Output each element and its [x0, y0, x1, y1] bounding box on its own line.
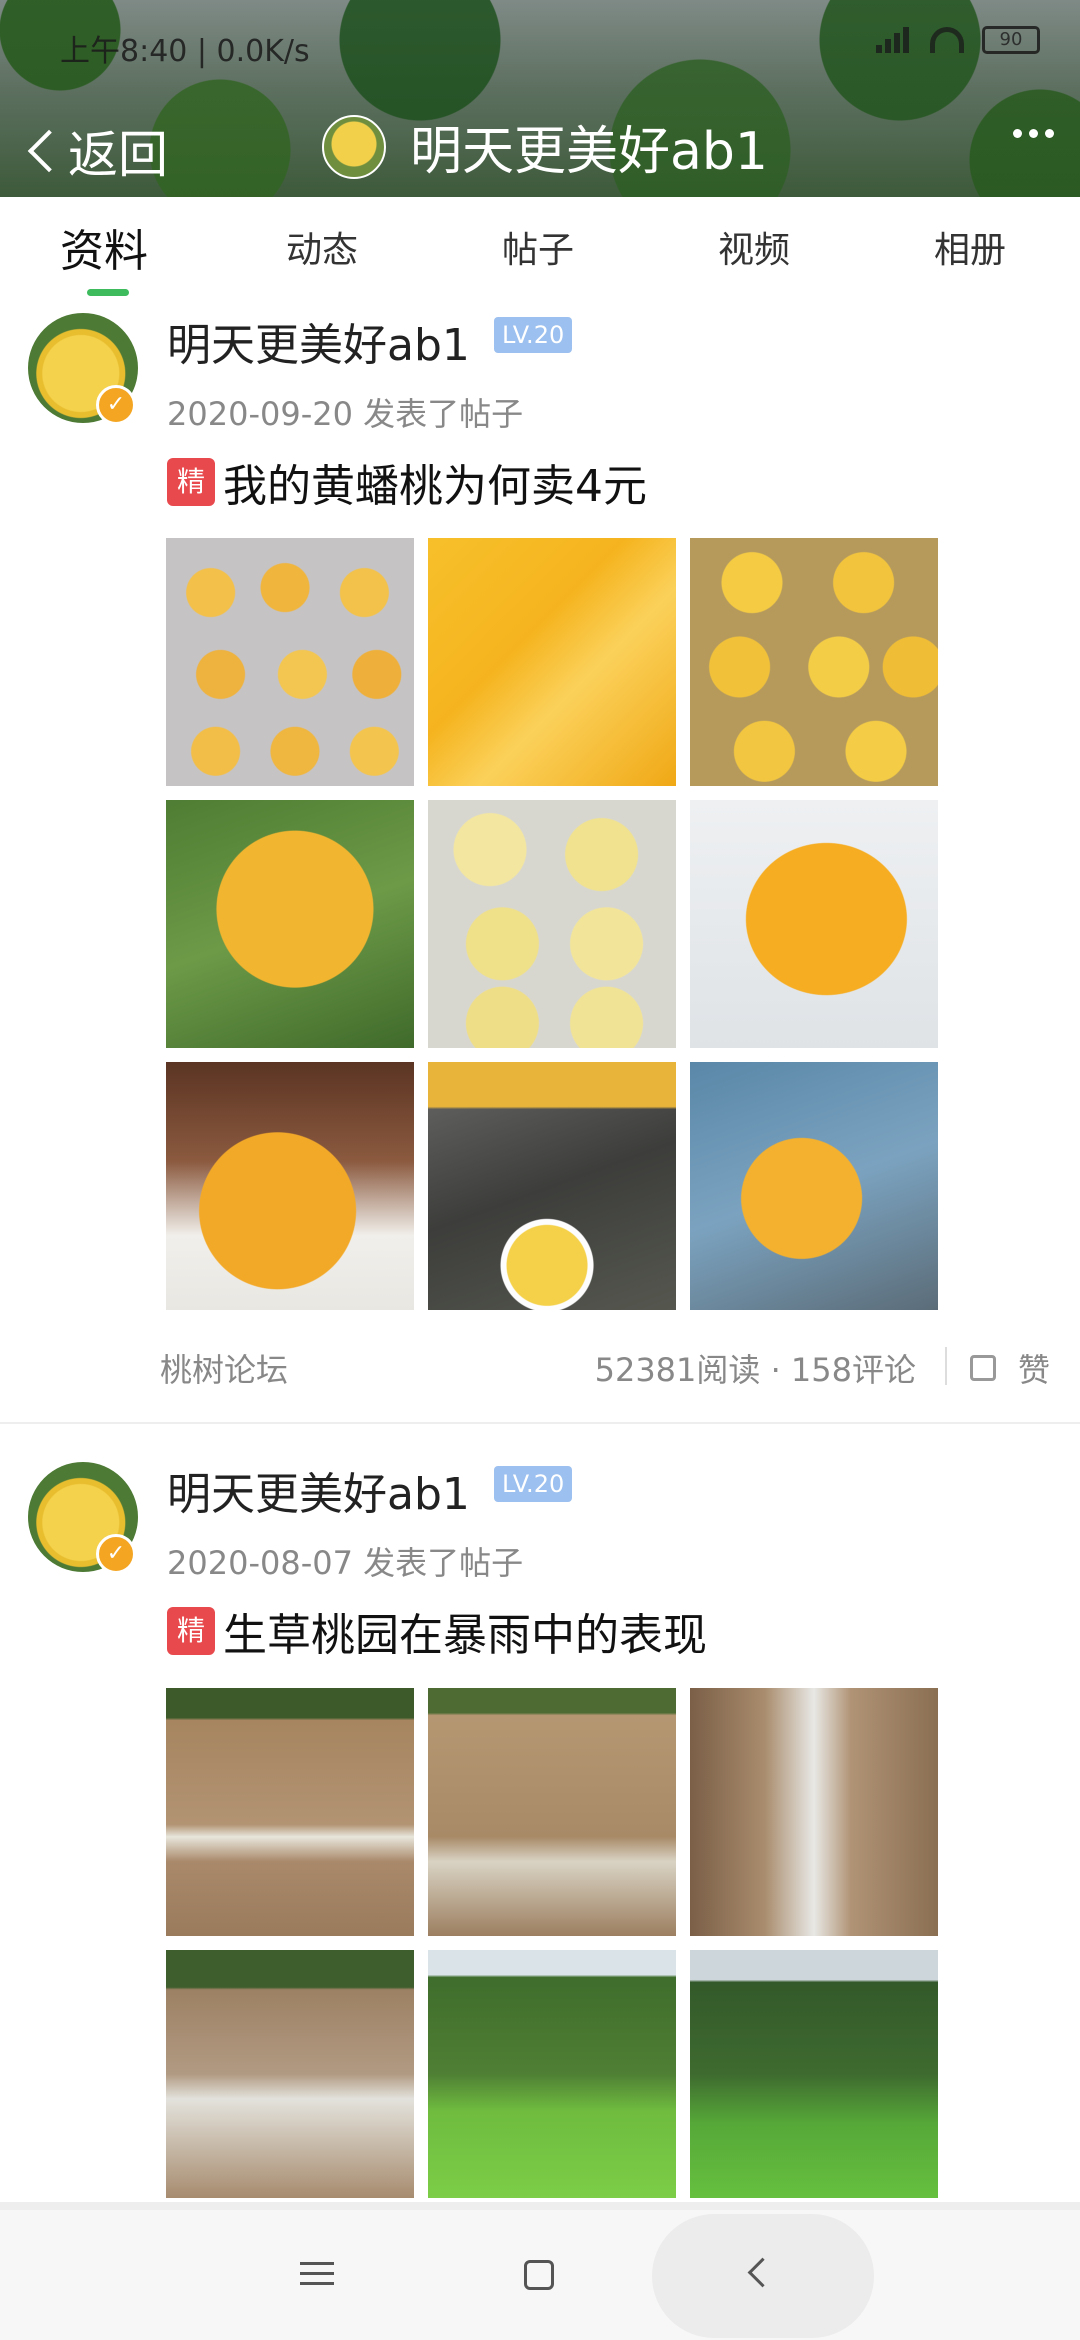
- post-image[interactable]: [690, 1688, 938, 1936]
- post-image[interactable]: [690, 538, 938, 786]
- chevron-left-icon: [747, 2257, 778, 2288]
- post-image[interactable]: [428, 1688, 676, 1936]
- more-icon[interactable]: [1013, 129, 1054, 138]
- username[interactable]: 明天更美好ab1: [167, 1458, 470, 1522]
- username[interactable]: 明天更美好ab1: [167, 309, 470, 373]
- status-time: 上午8:40 | 0.0K/s: [60, 34, 310, 69]
- tab-posts[interactable]: 帖子: [502, 221, 574, 273]
- post-meta: 2020-09-20 发表了帖子: [167, 395, 524, 433]
- status-icons: 90: [876, 26, 1040, 54]
- post-image[interactable]: [428, 1950, 676, 2198]
- level-badge: LV.20: [494, 1466, 573, 1502]
- image-grid: [166, 1688, 938, 2198]
- tab-albums[interactable]: 相册: [934, 221, 1006, 273]
- post-divider: [0, 1422, 1080, 1424]
- like-button[interactable]: 赞: [969, 1345, 1050, 1391]
- post-image[interactable]: [690, 1062, 938, 1310]
- tab-indicator: [87, 289, 129, 296]
- post-meta: 2020-08-07 发表了帖子: [167, 1544, 524, 1582]
- forum-link[interactable]: 桃树论坛: [160, 1345, 288, 1391]
- chevron-left-icon: [27, 129, 71, 173]
- back-button[interactable]: 返回: [24, 115, 168, 187]
- post-image[interactable]: [166, 1688, 414, 1936]
- post-title[interactable]: 我的黄蟠桃为何卖4元: [223, 450, 647, 514]
- featured-badge: 精: [167, 458, 215, 506]
- verified-icon: ✓: [96, 1534, 136, 1574]
- post-image[interactable]: [166, 1950, 414, 2198]
- tab-videos[interactable]: 视频: [718, 221, 790, 273]
- signal-icon: [876, 27, 912, 53]
- menu-icon[interactable]: [300, 2262, 334, 2292]
- post-image[interactable]: [166, 1062, 414, 1310]
- status-bar: 上午8:40 | 0.0K/s 90: [0, 0, 1080, 90]
- tab-bar: 资料 动态 帖子 视频 相册: [0, 197, 1080, 297]
- post-image[interactable]: [166, 800, 414, 1048]
- battery-icon: 90: [982, 26, 1040, 54]
- post-footer: 桃树论坛 52381阅读 · 158评论 赞: [0, 1337, 1080, 1397]
- post-title-row[interactable]: 精 生草桃园在暴雨中的表现: [167, 1599, 707, 1663]
- post-image[interactable]: [166, 538, 414, 786]
- level-badge: LV.20: [494, 317, 573, 353]
- divider: [945, 1347, 947, 1385]
- system-nav-bar: [0, 2202, 1080, 2340]
- nav-user[interactable]: 明天更美好ab1: [322, 109, 768, 184]
- post-image[interactable]: [428, 1062, 676, 1310]
- post-image[interactable]: [690, 800, 938, 1048]
- avatar[interactable]: [322, 114, 386, 179]
- post-title-row[interactable]: 精 我的黄蟠桃为何卖4元: [167, 450, 647, 514]
- post-stats: 52381阅读 · 158评论: [594, 1351, 916, 1389]
- featured-badge: 精: [167, 1607, 215, 1655]
- verified-icon: ✓: [96, 385, 136, 425]
- profile-header: 上午8:40 | 0.0K/s 90 返回 明天更美好ab1: [0, 0, 1080, 197]
- post-card[interactable]: ✓ 明天更美好ab1 LV.20 2020-08-07 发表了帖子 精 生草桃园…: [0, 1448, 1080, 2208]
- post-image[interactable]: [428, 800, 676, 1048]
- post-card[interactable]: ✓ 明天更美好ab1 LV.20 2020-09-20 发表了帖子 精 我的黄蟠…: [0, 297, 1080, 1422]
- tab-activity[interactable]: 动态: [286, 221, 358, 273]
- like-label: 赞: [1017, 1351, 1050, 1389]
- home-icon[interactable]: [524, 2260, 554, 2290]
- post-image[interactable]: [690, 1950, 938, 2198]
- tab-profile[interactable]: 资料: [60, 215, 148, 279]
- wifi-icon: [930, 27, 964, 53]
- page-title: 明天更美好ab1: [410, 122, 768, 182]
- system-back-button[interactable]: [652, 2214, 874, 2338]
- post-title[interactable]: 生草桃园在暴雨中的表现: [223, 1599, 707, 1663]
- back-label: 返回: [68, 126, 168, 184]
- thumbs-up-icon: [969, 1355, 996, 1381]
- nav-bar: 返回 明天更美好ab1: [0, 95, 1080, 190]
- image-grid: [166, 538, 938, 1310]
- post-image[interactable]: [428, 538, 676, 786]
